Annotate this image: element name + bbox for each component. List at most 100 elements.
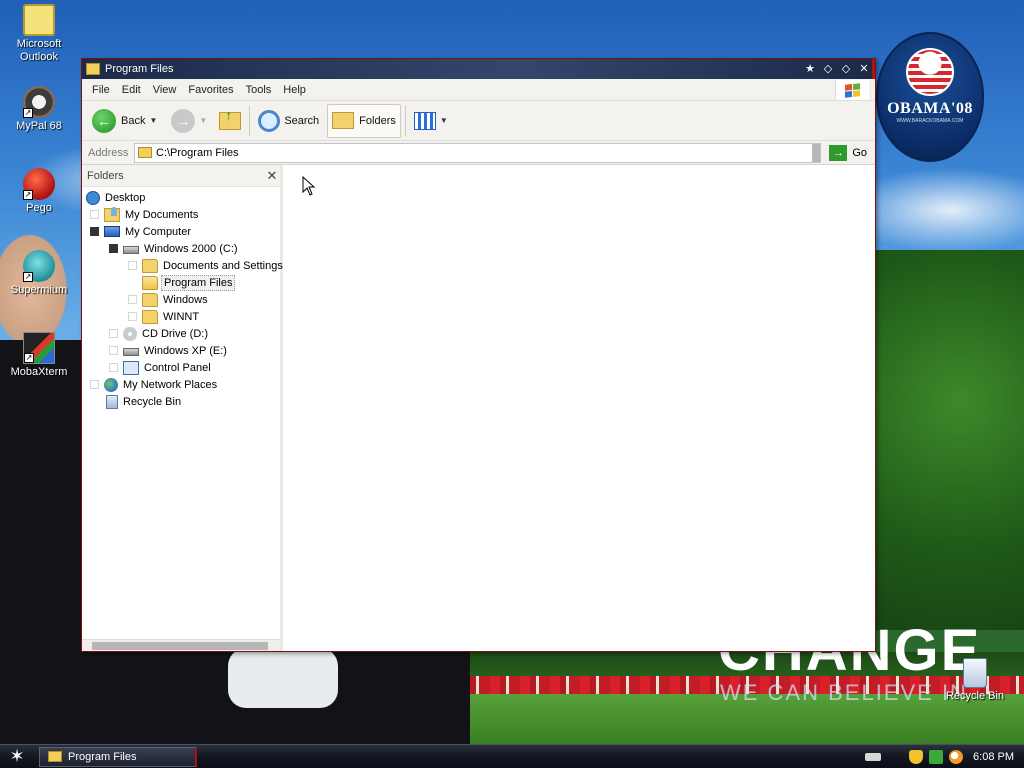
clock[interactable]: 6:08 PM: [973, 751, 1014, 763]
tree-item-label: CD Drive (D:): [142, 327, 208, 340]
logo-url: WWW.BARACKOBAMA.COM: [896, 118, 964, 124]
folder-icon: [86, 63, 100, 75]
go-button[interactable]: → Go: [821, 144, 875, 161]
tree-item-program-files[interactable]: Program Files: [128, 274, 236, 291]
expand-toggle[interactable]: [109, 346, 118, 355]
dropdown-arrow-icon[interactable]: ▼: [440, 116, 448, 125]
dropdown-arrow-icon[interactable]: ▼: [199, 116, 207, 125]
tree-item-windows[interactable]: Windows: [128, 291, 210, 308]
desktop-icon-label: Microsoft Outlook: [16, 38, 62, 63]
pin-star-icon[interactable]: ★: [802, 61, 818, 77]
desktop-icon-mypal[interactable]: ↗ MyPal 68: [0, 86, 78, 133]
tree-item-label: Windows XP (E:): [144, 344, 227, 357]
desktop-icon-outlook[interactable]: Microsoft Outlook: [0, 4, 78, 64]
system-tray: 6:08 PM: [859, 745, 1024, 768]
collapse-toggle[interactable]: [90, 227, 99, 236]
up-folder-button[interactable]: ↑: [215, 104, 245, 138]
menu-help[interactable]: Help: [277, 84, 312, 96]
tree-item-winnt[interactable]: WINNT: [128, 308, 201, 325]
forward-button[interactable]: → ▼: [167, 104, 211, 138]
shortcut-arrow-icon: ↗: [24, 353, 34, 363]
wallpaper-trees: [864, 250, 1024, 630]
folders-button[interactable]: Folders: [327, 103, 401, 138]
expand-toggle[interactable]: [128, 261, 137, 270]
desktop-icon-pego[interactable]: ↗ Pego: [0, 168, 78, 215]
desktop-icon: [86, 190, 100, 205]
tree-item-label: Windows 2000 (C:): [144, 242, 238, 255]
dropdown-arrow-icon[interactable]: ▼: [149, 116, 157, 125]
folder-icon: [142, 309, 158, 324]
tree-item-documents-and-settings[interactable]: Documents and Settings: [128, 257, 285, 274]
taskbar-button-label: Program Files: [68, 750, 137, 763]
collapse-toggle[interactable]: [109, 244, 118, 253]
desktop-icon-recycle-bin[interactable]: Recycle Bin: [936, 658, 1014, 703]
wallpaper-hand: [228, 648, 338, 708]
shortcut-arrow-icon: ↗: [23, 272, 33, 282]
desktop-icon-label: Pego: [26, 202, 52, 214]
expand-toggle[interactable]: [90, 380, 99, 389]
desktop-icon-label: MyPal 68: [16, 120, 62, 132]
tree-item-label: Program Files: [161, 274, 236, 291]
taskbar-button-program-files[interactable]: Program Files: [39, 746, 197, 767]
tree-item-my-network-places[interactable]: My Network Places: [90, 376, 219, 393]
tree-item-cd-drive-d[interactable]: CD Drive (D:): [109, 325, 210, 342]
tree-item-label: WINNT: [163, 310, 200, 323]
tree-item-label: Control Panel: [144, 361, 211, 374]
expand-toggle[interactable]: [90, 210, 99, 219]
network-places-icon: [104, 377, 118, 392]
scrollbar-thumb[interactable]: [92, 642, 268, 650]
network-icon[interactable]: [929, 749, 944, 764]
desktop-icon-supermium[interactable]: ↗ Supermium: [0, 250, 78, 297]
expand-toggle[interactable]: [109, 363, 118, 372]
tree-item-desktop[interactable]: Desktop: [86, 189, 147, 206]
menu-tools[interactable]: Tools: [240, 84, 278, 96]
expand-toggle[interactable]: [109, 329, 118, 338]
views-button[interactable]: ▼: [410, 104, 452, 138]
folder-icon: [142, 258, 158, 273]
my-computer-icon: [104, 226, 120, 237]
menu-edit[interactable]: Edit: [116, 84, 147, 96]
minimize-button[interactable]: ◇: [820, 61, 836, 77]
expand-toggle[interactable]: [128, 295, 137, 304]
maximize-button[interactable]: ◇: [838, 61, 854, 77]
shortcut-arrow-icon: ↗: [23, 108, 33, 118]
security-shield-icon[interactable]: [909, 749, 924, 764]
go-arrow-icon: →: [829, 144, 848, 161]
search-label: Search: [284, 114, 320, 127]
back-label: Back: [121, 114, 146, 127]
tree-item-recycle-bin[interactable]: Recycle Bin: [104, 393, 183, 410]
close-button[interactable]: ✕: [856, 61, 872, 77]
window-title: Program Files: [105, 63, 174, 75]
tree-item-control-panel[interactable]: Control Panel: [109, 359, 213, 376]
tree-item-label: Desktop: [105, 191, 146, 204]
search-magnifier-icon: [258, 109, 281, 132]
tree-item-windows-2000-c[interactable]: Windows 2000 (C:): [109, 240, 240, 257]
tree-item-my-computer[interactable]: My Computer: [90, 223, 193, 240]
explorer-window: Program Files ★ ◇ ◇ ✕ File Edit View Fav…: [81, 58, 876, 652]
start-button[interactable]: ✶: [0, 745, 34, 768]
supermium-icon: ↗: [23, 250, 55, 282]
horizontal-scrollbar[interactable]: [82, 639, 280, 651]
search-button[interactable]: Search: [254, 104, 323, 138]
menu-favorites[interactable]: Favorites: [182, 84, 239, 96]
desktop-icon-mobaxterm[interactable]: ↗ MobaXterm: [0, 332, 78, 379]
back-arrow-icon: ←: [92, 108, 116, 133]
back-button[interactable]: ← Back ▼: [88, 104, 161, 138]
close-pane-icon[interactable]: ✕: [264, 168, 280, 184]
keyboard-icon[interactable]: [865, 752, 882, 761]
recycle-bin-icon: [963, 658, 987, 688]
menu-view[interactable]: View: [147, 84, 183, 96]
search-tray-icon[interactable]: [949, 749, 964, 764]
tree-item-my-documents[interactable]: My Documents: [90, 206, 200, 223]
folder-contents-pane[interactable]: [286, 165, 875, 651]
folders-icon: [332, 112, 355, 129]
title-bar[interactable]: Program Files ★ ◇ ◇ ✕: [82, 59, 875, 79]
expand-toggle[interactable]: [128, 312, 137, 321]
address-input[interactable]: C:\Program Files: [134, 142, 822, 163]
toolbar: ← Back ▼ → ▼ ↑ Search Folders ▼: [82, 101, 875, 141]
window-body: Folders ✕ Desktop My Documents My Comput…: [82, 165, 875, 651]
taskbar: ✶ Program Files 6:08 PM: [0, 744, 1024, 768]
menu-file[interactable]: File: [86, 84, 116, 96]
address-dropdown-button[interactable]: [812, 143, 821, 162]
tree-item-windows-xp-e[interactable]: Windows XP (E:): [109, 342, 229, 359]
